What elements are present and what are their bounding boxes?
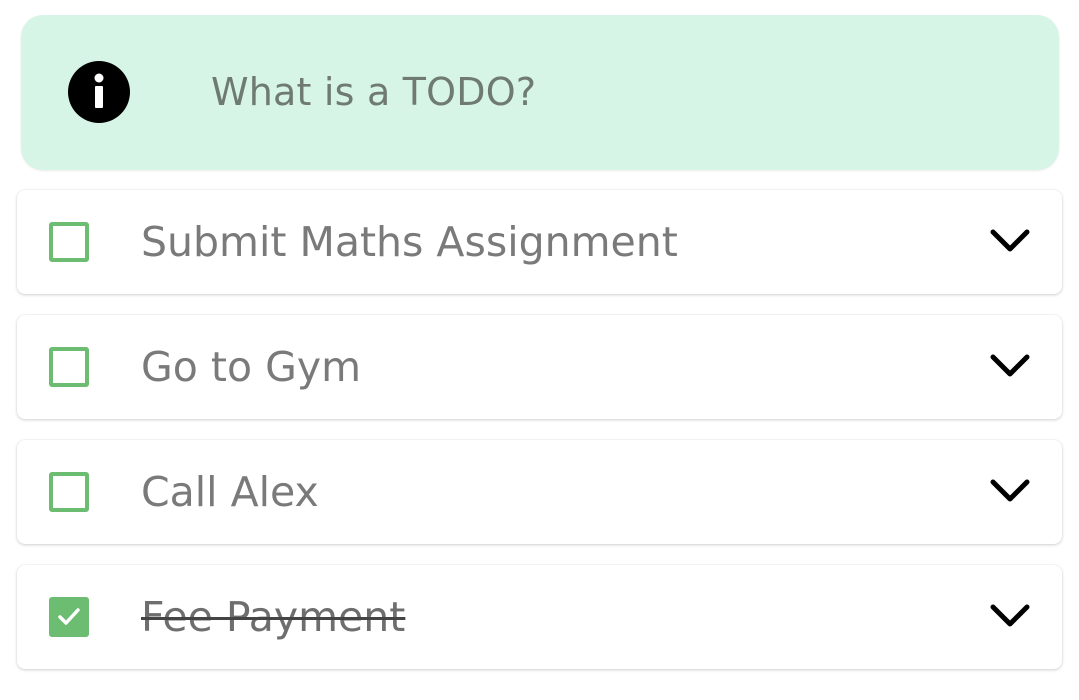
todo-label: Call Alex — [141, 468, 319, 516]
todo-checkbox[interactable] — [49, 472, 89, 512]
todo-checkbox[interactable] — [49, 347, 89, 387]
chevron-down-icon[interactable] — [988, 347, 1032, 387]
todo-checkbox[interactable] — [49, 222, 89, 262]
checkmark-icon — [58, 608, 80, 625]
todo-item[interactable]: Submit Maths Assignment — [17, 190, 1062, 294]
info-banner-text: What is a TODO? — [211, 70, 537, 114]
todo-label: Fee Payment — [141, 593, 406, 641]
todo-item[interactable]: Fee Payment — [17, 565, 1062, 669]
todo-checkbox-checked[interactable] — [49, 597, 89, 637]
info-banner[interactable]: What is a TODO? — [21, 15, 1059, 170]
todo-page: What is a TODO? Submit Maths Assignment … — [0, 0, 1079, 700]
info-icon — [68, 61, 130, 123]
todo-label: Go to Gym — [141, 343, 362, 391]
chevron-down-icon[interactable] — [988, 472, 1032, 512]
chevron-down-icon[interactable] — [988, 597, 1032, 637]
todo-item[interactable]: Call Alex — [17, 440, 1062, 544]
chevron-down-icon[interactable] — [988, 222, 1032, 262]
todo-label: Submit Maths Assignment — [141, 218, 678, 266]
todo-item[interactable]: Go to Gym — [17, 315, 1062, 419]
